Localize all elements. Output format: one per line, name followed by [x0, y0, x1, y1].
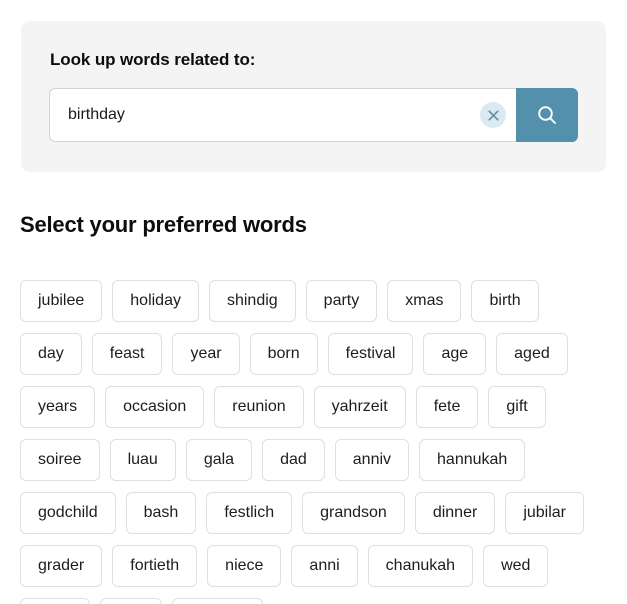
word-chip[interactable]: xmas: [387, 280, 462, 322]
page-title: Select your preferred words: [20, 212, 307, 237]
word-chip[interactable]: years: [20, 386, 96, 428]
word-chip[interactable]: luau: [109, 439, 176, 481]
clear-search-icon[interactable]: [480, 102, 506, 128]
word-chip[interactable]: yahrzeit: [313, 386, 406, 428]
word-chip[interactable]: grader: [20, 545, 103, 587]
search-row: [49, 88, 578, 142]
word-chip[interactable]: anni: [291, 545, 358, 587]
search-card: Look up words related to:: [21, 21, 606, 172]
word-chip[interactable]: gala: [185, 439, 253, 481]
search-card-label: Look up words related to:: [50, 50, 256, 69]
word-chip[interactable]: occasion: [105, 386, 205, 428]
word-chip[interactable]: shindig: [208, 280, 296, 322]
word-chip[interactable]: gift: [488, 386, 546, 428]
word-chip[interactable]: soiree: [20, 439, 100, 481]
word-chip[interactable]: feast: [91, 333, 163, 375]
word-chip[interactable]: tishri: [20, 598, 90, 604]
search-input[interactable]: [50, 89, 516, 141]
word-chip[interactable]: festival: [327, 333, 414, 375]
word-chip[interactable]: age: [423, 333, 487, 375]
word-chip[interactable]: dad: [262, 439, 325, 481]
word-chip[interactable]: chanukah: [367, 545, 474, 587]
word-chip[interactable]: reunion: [214, 386, 304, 428]
word-chip[interactable]: grandson: [302, 492, 405, 534]
word-chip[interactable]: niece: [207, 545, 282, 587]
word-chip[interactable]: jubilar: [505, 492, 584, 534]
search-field-wrapper[interactable]: [49, 88, 516, 142]
close-x-icon: [487, 109, 499, 121]
search-button[interactable]: [516, 88, 578, 142]
word-chip[interactable]: jubilee: [20, 280, 103, 322]
word-chip[interactable]: aged: [496, 333, 568, 375]
word-chip-list: jubilee holiday shindig party xmas birth day fe…: [20, 280, 610, 604]
word-chip[interactable]: nuptials: [171, 598, 263, 604]
word-chip[interactable]: godchild: [20, 492, 116, 534]
word-chip[interactable]: fortieth: [112, 545, 198, 587]
word-lookup-page: Look up words related to: Select your pr…: [0, 0, 627, 604]
search-icon: [538, 106, 556, 124]
word-chip[interactable]: year: [172, 333, 240, 375]
word-chip[interactable]: bash: [125, 492, 197, 534]
word-chip[interactable]: anniv: [334, 439, 410, 481]
word-chip[interactable]: son: [99, 598, 162, 604]
word-chip[interactable]: festlich: [206, 492, 293, 534]
word-chip[interactable]: party: [305, 280, 378, 322]
word-chip[interactable]: born: [249, 333, 318, 375]
word-chip[interactable]: wed: [483, 545, 549, 587]
word-chip[interactable]: holiday: [112, 280, 199, 322]
word-chip[interactable]: dinner: [414, 492, 496, 534]
word-chip[interactable]: fete: [415, 386, 479, 428]
word-chip[interactable]: day: [20, 333, 82, 375]
word-chip[interactable]: hannukah: [419, 439, 526, 481]
word-chip[interactable]: birth: [471, 280, 539, 322]
